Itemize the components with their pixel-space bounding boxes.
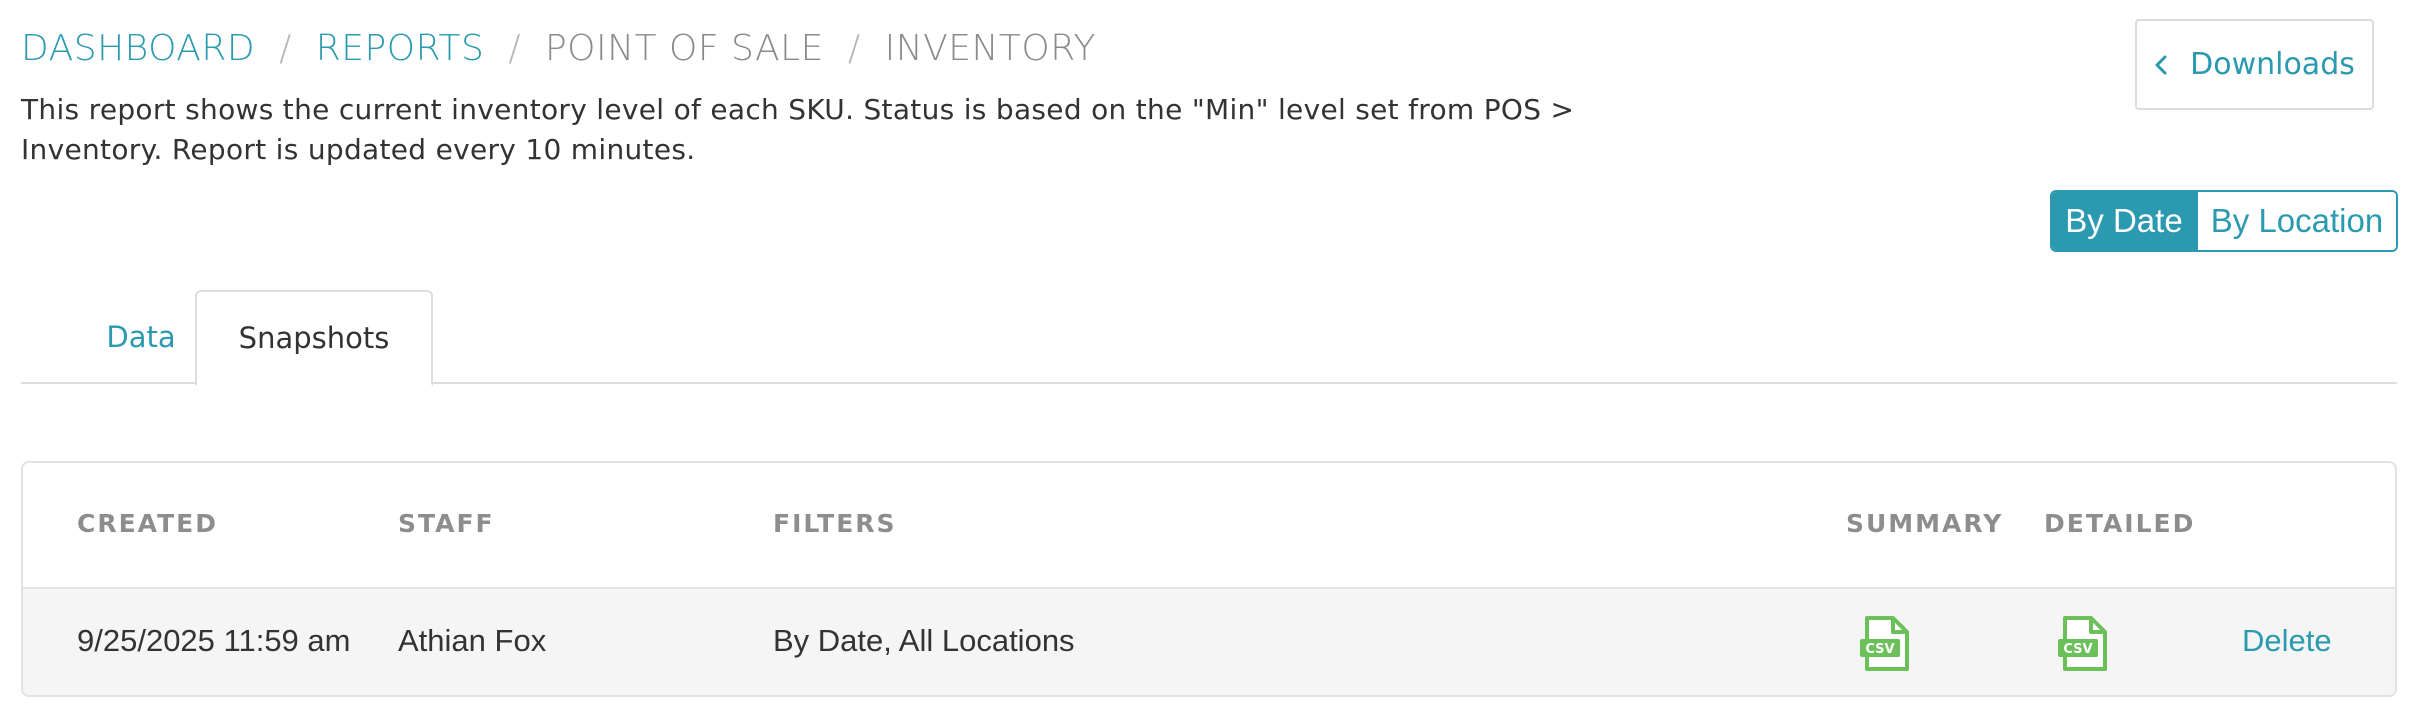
detailed-csv-icon[interactable]: CSV <box>2055 615 2111 673</box>
table-header: CREATED STAFF FILTERS SUMMARY DETAILED <box>23 463 2395 589</box>
column-header-summary: SUMMARY <box>1846 509 2004 538</box>
cell-staff: Athian Fox <box>398 623 547 658</box>
description-update-note: Report is updated every 10 minutes. <box>171 133 696 166</box>
downloads-button[interactable]: Downloads <box>2135 19 2374 110</box>
column-header-detailed: DETAILED <box>2044 509 2196 538</box>
breadcrumb-separator: / <box>279 28 292 69</box>
snapshots-table: CREATED STAFF FILTERS SUMMARY DETAILED 9… <box>21 461 2397 697</box>
view-toggle: By Date By Location <box>2050 190 2398 252</box>
column-header-filters: FILTERS <box>773 509 897 538</box>
table-row: 9/25/2025 11:59 am Athian Fox By Date, A… <box>23 589 2395 695</box>
summary-csv-icon[interactable]: CSV <box>1857 615 1913 673</box>
description-line-1: This report shows the current inventory … <box>21 93 1575 126</box>
report-tabs: Data Snapshots <box>21 290 2397 386</box>
column-header-staff: STAFF <box>398 509 495 538</box>
description-line-2: Inventory. Report is updated every 10 mi… <box>21 130 1581 170</box>
report-description: This report shows the current inventory … <box>21 90 1581 170</box>
breadcrumb-point-of-sale[interactable]: POINT OF SALE <box>545 28 824 69</box>
breadcrumb-dashboard[interactable]: DASHBOARD <box>21 28 255 69</box>
toggle-by-location[interactable]: By Location <box>2196 192 2396 250</box>
summary-csv-label: CSV <box>1865 642 1894 657</box>
breadcrumb-current-inventory: INVENTORY <box>884 28 1096 69</box>
cell-created: 9/25/2025 11:59 am <box>77 623 351 658</box>
delete-snapshot-link[interactable]: Delete <box>2242 623 2332 659</box>
tab-snapshots[interactable]: Snapshots <box>195 290 433 386</box>
breadcrumb-reports[interactable]: REPORTS <box>316 28 485 69</box>
toggle-by-date[interactable]: By Date <box>2052 192 2196 250</box>
detailed-csv-label: CSV <box>2063 642 2092 657</box>
tab-data[interactable]: Data <box>66 290 216 384</box>
chevron-left-icon <box>2155 55 2167 74</box>
cell-filters: By Date, All Locations <box>773 623 1075 658</box>
downloads-label: Downloads <box>2190 47 2355 82</box>
breadcrumb-separator: / <box>847 28 861 69</box>
column-header-created: CREATED <box>77 509 218 538</box>
breadcrumb: DASHBOARD / REPORTS / POINT OF SALE / IN… <box>21 28 1096 69</box>
inventory-report-page: DASHBOARD / REPORTS / POINT OF SALE / IN… <box>0 0 2416 719</box>
description-line-2-prefix: Inventory. <box>21 133 163 166</box>
breadcrumb-separator: / <box>508 28 521 69</box>
